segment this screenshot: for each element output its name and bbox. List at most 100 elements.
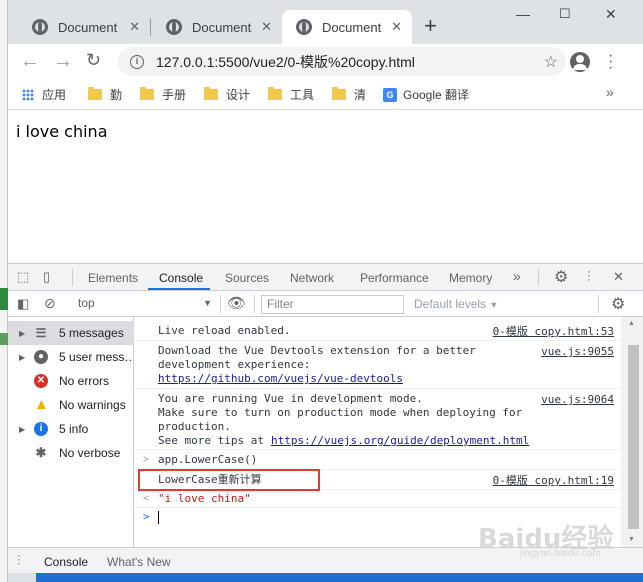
bookmark-folder[interactable]: 清 <box>332 86 366 103</box>
console-output: Live reload enabled. 0-模版 copy.html:53 D… <box>134 317 643 547</box>
prompt-chevron-icon: > <box>143 510 150 523</box>
sidebar-item-label: No verbose <box>59 446 121 460</box>
tab-document-1[interactable]: Document ✕ <box>18 10 150 44</box>
info-icon[interactable]: i <box>130 54 144 69</box>
tab-elements[interactable]: Elements <box>88 271 138 285</box>
bookmark-label: Google 翻译 <box>403 88 470 102</box>
tab-strip: Document ✕ Document ✕ Document ✕ + — ☐ ✕ <box>8 0 643 44</box>
device-toolbar-icon[interactable]: ▯ <box>43 269 50 285</box>
tab-console[interactable]: Console <box>159 271 203 285</box>
bookmark-folder[interactable]: 手册 <box>140 86 186 103</box>
chevron-right-double-icon[interactable]: » <box>606 84 614 100</box>
scroll-down-icon[interactable]: ▼ <box>628 536 635 543</box>
globe-icon <box>32 19 48 35</box>
console-settings-gear-icon[interactable]: ⚙ <box>611 294 625 314</box>
tab-document-3-active[interactable]: Document ✕ <box>282 10 412 44</box>
caret-right-icon[interactable]: ▶ <box>19 425 25 434</box>
tab-memory[interactable]: Memory <box>449 271 492 285</box>
sidebar-item-errors[interactable]: ✕ No errors <box>8 369 134 393</box>
warning-icon: ▲ <box>34 396 49 413</box>
drawer-tab-whats-new[interactable]: What's New <box>107 555 171 569</box>
drawer-menu-icon[interactable]: · · · <box>17 551 21 570</box>
source-link[interactable]: 0-模版 copy.html:19 <box>493 474 614 488</box>
address-bar[interactable]: i 127.0.0.1:5500/vue2/0-模版%20copy.html ☆ <box>118 47 566 76</box>
sidebar-item-info[interactable]: ▶ i 5 info <box>8 417 134 441</box>
divider <box>72 269 73 286</box>
sidebar-item-label: No warnings <box>59 398 126 412</box>
sidebar-item-warnings[interactable]: ▲ No warnings <box>8 393 134 417</box>
console-toolbar: ◧ ⊘ top ▼ 👁 Filter Default levels ▼ ⚙ <box>8 291 643 317</box>
message-text: Live reload enabled. <box>158 324 291 337</box>
folder-icon <box>204 87 218 100</box>
bookmark-apps[interactable]: 应用 <box>22 86 66 103</box>
sidebar-item-messages[interactable]: ▶ ☰ 5 messages <box>8 321 134 345</box>
result-text: "i love china" <box>158 492 251 505</box>
info-icon: i <box>34 422 48 436</box>
tab-separator <box>150 18 151 36</box>
star-icon[interactable]: ☆ <box>544 52 558 72</box>
maximize-icon[interactable]: ☐ <box>559 6 571 22</box>
more-menu-icon[interactable]: · · · <box>608 48 613 76</box>
eye-icon[interactable]: 👁 <box>227 294 246 312</box>
source-link[interactable]: vue.js:9064 <box>541 393 614 407</box>
close-icon[interactable]: ✕ <box>391 19 402 35</box>
bookmark-label: 设计 <box>226 88 251 102</box>
inspect-element-icon[interactable]: ⬚ <box>17 269 29 285</box>
sidebar-item-user-messages[interactable]: ▶ ● 5 user mess… <box>8 345 134 369</box>
message-text: Make sure to turn on production mode whe… <box>158 406 523 419</box>
reload-icon[interactable]: ↻ <box>86 50 101 71</box>
sidebar-item-verbose[interactable]: ✱ No verbose <box>8 441 134 465</box>
gear-icon[interactable]: ⚙ <box>554 267 568 287</box>
window-close-icon[interactable]: ✕ <box>605 6 617 23</box>
tab-document-2[interactable]: Document ✕ <box>152 10 282 44</box>
bookmark-google-translate[interactable]: G Google 翻译 <box>383 86 469 103</box>
browser-window: Document ✕ Document ✕ Document ✕ + — ☐ ✕… <box>8 0 643 573</box>
source-link[interactable]: 0-模版 copy.html:53 <box>493 325 614 339</box>
source-link[interactable]: vue.js:9055 <box>541 345 614 359</box>
tab-sources[interactable]: Sources <box>225 271 269 285</box>
message-link[interactable]: https://vuejs.org/guide/deployment.html <box>271 434 529 448</box>
tab-performance[interactable]: Performance <box>360 271 429 285</box>
profile-avatar-icon[interactable] <box>570 52 590 72</box>
sidebar-item-label: 5 user mess… <box>59 350 133 364</box>
sidebar-toggle-icon[interactable]: ◧ <box>17 296 29 312</box>
bookmark-folder[interactable]: 工具 <box>268 86 314 103</box>
tab-title: Document <box>322 19 382 35</box>
dropdown-arrow-icon: ▼ <box>203 298 212 308</box>
folder-icon <box>88 87 102 100</box>
close-icon[interactable]: ✕ <box>129 19 140 35</box>
context-select[interactable]: top ▼ <box>72 296 214 313</box>
watermark-url: jingyan.baidu.com <box>520 548 601 559</box>
background-green-block <box>0 288 8 310</box>
tab-network[interactable]: Network <box>290 271 334 285</box>
close-devtools-icon[interactable]: ✕ <box>613 269 624 285</box>
more-options-icon[interactable]: · · · <box>587 265 591 285</box>
bookmark-label: 清 <box>354 88 367 102</box>
bookmark-folder[interactable]: 设计 <box>204 86 250 103</box>
drawer-tab-console[interactable]: Console <box>44 555 88 569</box>
scrollbar-thumb[interactable] <box>628 345 639 529</box>
close-icon[interactable]: ✕ <box>261 19 272 35</box>
console-message: Live reload enabled. 0-模版 copy.html:53 <box>134 321 628 341</box>
message-link[interactable]: https://github.com/vuejs/vue-devtools <box>158 372 403 386</box>
bookmark-label: 勤 <box>110 88 123 102</box>
console-message: You are running Vue in development mode.… <box>134 389 628 450</box>
console-scrollbar[interactable]: ▲ ▼ <box>621 317 643 547</box>
caret-right-icon[interactable]: ▶ <box>19 353 25 362</box>
log-levels-select[interactable]: Default levels ▼ <box>414 297 498 311</box>
levels-label: Default levels <box>414 297 487 311</box>
bookmark-folder[interactable]: 勤 <box>88 86 122 103</box>
url-text[interactable]: 127.0.0.1:5500/vue2/0-模版%20copy.html <box>156 52 415 72</box>
more-tabs-chevron-icon[interactable]: » <box>513 268 521 284</box>
back-icon[interactable]: ← <box>20 50 40 73</box>
minimize-icon[interactable]: — <box>516 6 530 22</box>
scroll-up-icon[interactable]: ▲ <box>628 320 635 327</box>
clear-console-icon[interactable]: ⊘ <box>44 295 56 312</box>
console-result: < "i love china" <box>134 490 628 508</box>
forward-icon[interactable]: → <box>53 50 73 73</box>
caret-right-icon[interactable]: ▶ <box>19 329 25 338</box>
message-text: Download the Vue Devtools extension for … <box>158 344 476 357</box>
filter-input[interactable]: Filter <box>261 295 404 314</box>
new-tab-icon[interactable]: + <box>424 13 437 39</box>
folder-icon <box>268 87 282 100</box>
